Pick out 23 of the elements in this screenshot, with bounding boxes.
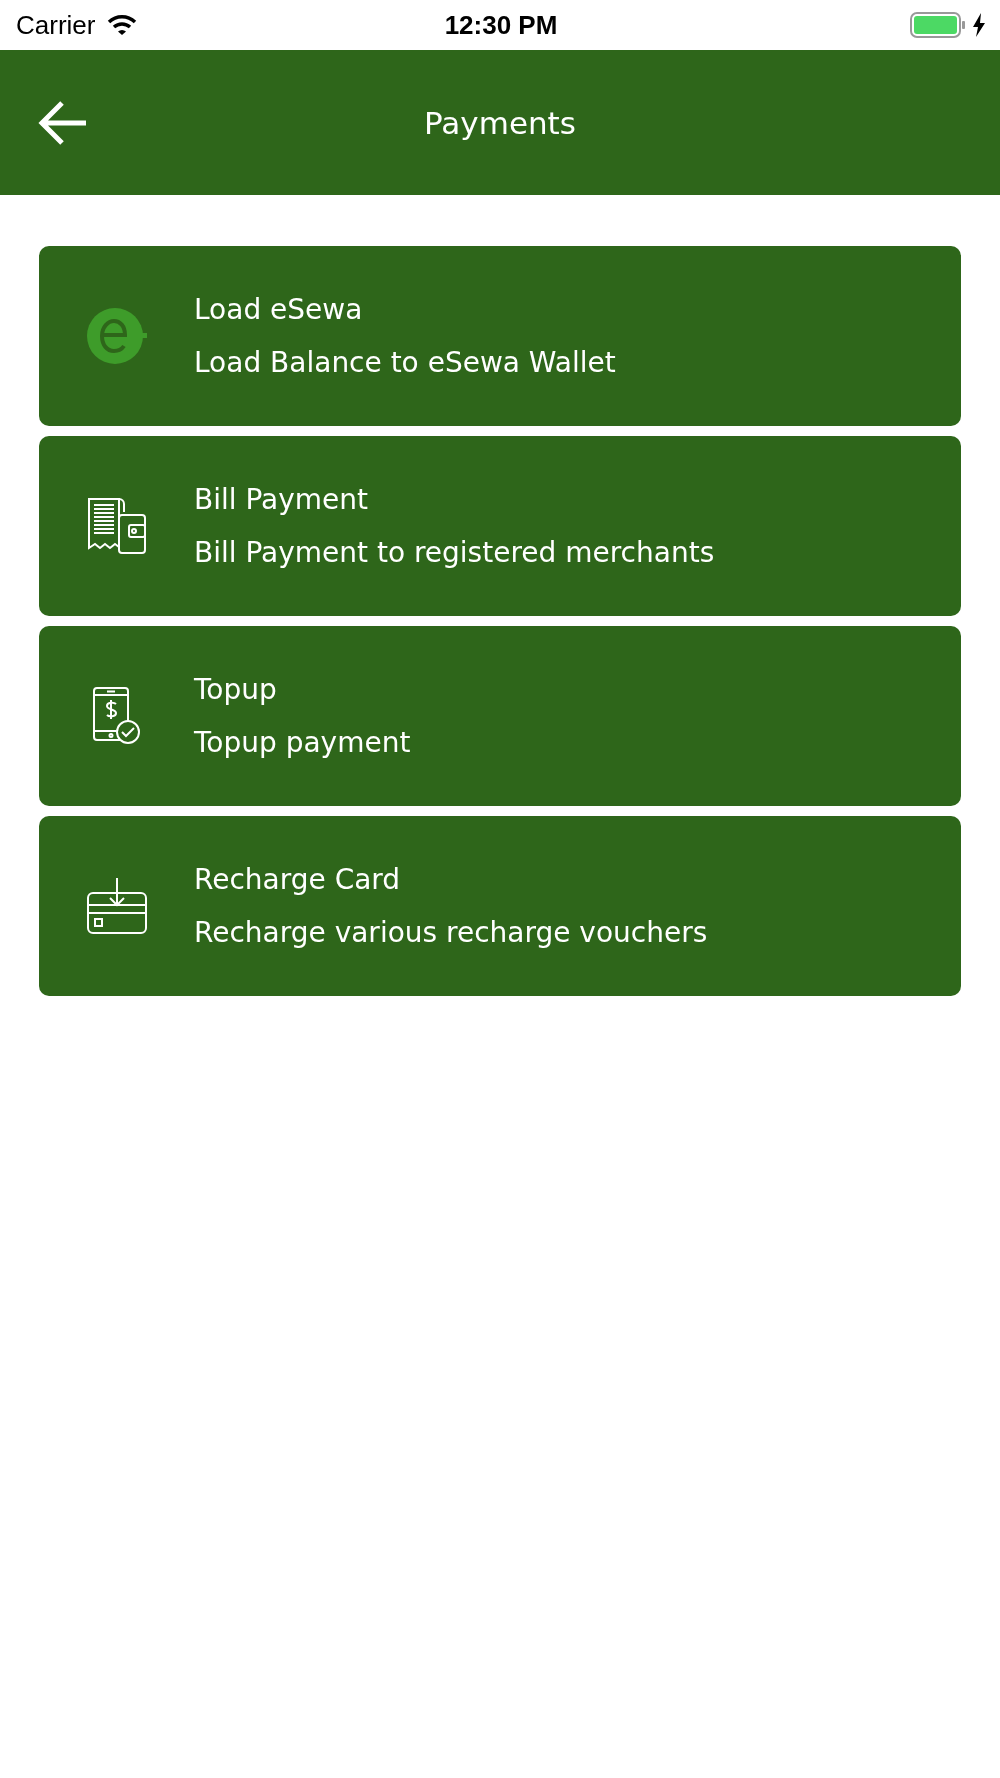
- clock-time: 12:30 PM: [443, 9, 559, 41]
- payment-option-card[interactable]: Topup Topup payment: [39, 626, 961, 806]
- option-title: Recharge Card: [194, 863, 402, 896]
- option-description: Bill Payment to registered merchants: [194, 536, 715, 569]
- phone-dollar-icon: [91, 686, 142, 746]
- option-title: Load eSewa: [194, 293, 364, 326]
- option-title: Bill Payment: [194, 483, 370, 516]
- page-title: Payments: [424, 104, 576, 141]
- option-title: Topup: [194, 673, 278, 706]
- option-description: Recharge various recharge vouchers: [194, 916, 708, 949]
- back-button[interactable]: [38, 99, 88, 146]
- charging-icon: [972, 13, 986, 37]
- payment-option-card[interactable]: Bill Payment Bill Payment to registered merchants: [39, 436, 961, 616]
- payment-option-card[interactable]: Recharge Card Recharge various recharge vouchers: [39, 816, 961, 996]
- carrier-label: Carrier: [16, 9, 96, 41]
- receipt-wallet-icon: [86, 497, 147, 555]
- option-description: Load Balance to eSewa Wallet: [194, 346, 616, 379]
- option-description: Topup payment: [194, 726, 411, 759]
- payment-option-card[interactable]: Load eSewa Load Balance to eSewa Wallet: [39, 246, 961, 426]
- card-download-icon: [85, 877, 148, 935]
- logo-icon: [86, 308, 147, 364]
- wifi-icon: [107, 14, 138, 36]
- battery-icon: [910, 12, 966, 38]
